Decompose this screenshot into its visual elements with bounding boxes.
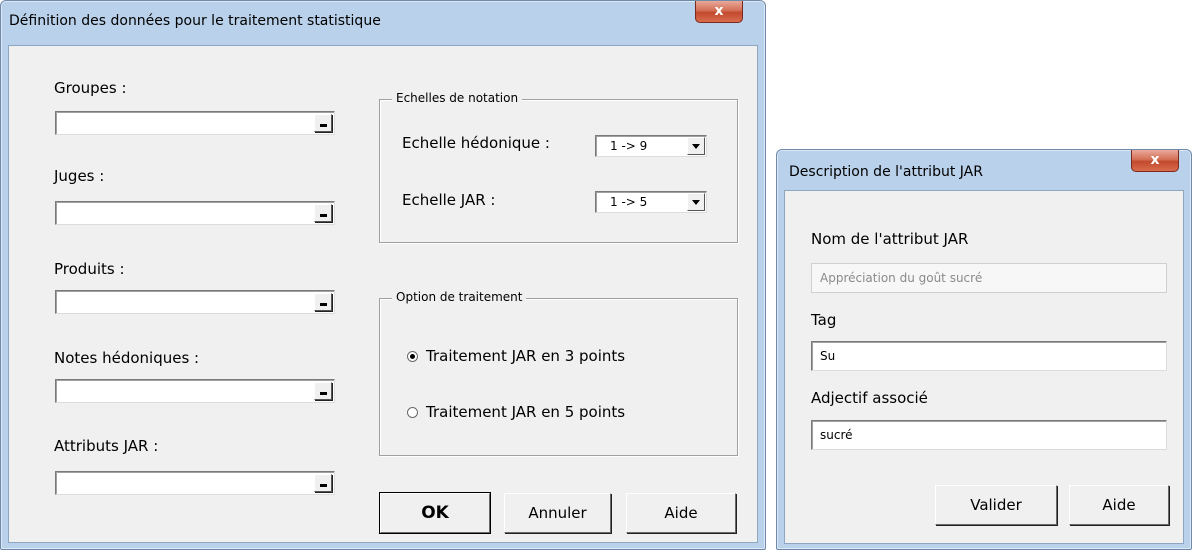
groupes-ref-input[interactable] [55,111,335,135]
collapse-icon [320,484,327,487]
treatment-option-groupbox: Option de traitement Traitement JAR en 3… [379,290,738,456]
adjective-value: sucré [820,428,853,442]
notes-hedoniques-range-select-button[interactable] [314,382,332,400]
juges-range-select-button[interactable] [314,204,332,222]
jar-scale-select[interactable]: 1 -> 5 [595,191,707,213]
collapse-icon [320,214,327,217]
scales-groupbox: Echelles de notation Echelle hédonique :… [379,91,738,243]
collapse-icon [320,303,327,306]
dialog-client-area: Groupes : Juges : Produits : Notes hédon… [8,45,758,543]
jar-5-points-label: Traitement JAR en 5 points [426,403,626,421]
produits-range-select-button[interactable] [314,293,332,311]
jar-5-points-radio[interactable]: Traitement JAR en 5 points [407,403,625,421]
radio-unselected-icon [407,406,418,418]
help-button[interactable]: Aide [1069,485,1169,525]
dialog-client-area: Nom de l'attribut JAR Appréciation du go… [784,190,1184,544]
jar-scale-label: Echelle JAR : [402,191,496,209]
close-button[interactable]: x [1131,150,1179,172]
attribute-name-field[interactable]: Appréciation du goût sucré [811,263,1167,293]
jar-attribute-dialog: Description de l'attribut JAR x Nom de l… [776,149,1192,550]
close-button[interactable]: x [695,1,743,23]
dropdown-arrow-icon[interactable] [687,193,705,211]
juges-ref-input[interactable] [55,201,335,225]
close-icon: x [1150,152,1160,168]
dialog-title-bar: Définition des données pour le traitemen… [1,1,765,41]
juges-label: Juges : [54,167,105,185]
dialog-title: Définition des données pour le traitemen… [9,13,381,29]
hedonic-scale-value: 1 -> 9 [610,139,648,153]
jar-3-points-label: Traitement JAR en 3 points [426,347,626,365]
hedonic-scale-label: Echelle hédonique : [402,134,550,152]
hedonic-scale-select[interactable]: 1 -> 9 [595,135,707,157]
groupes-range-select-button[interactable] [314,114,332,132]
dialog-title-bar: Description de l'attribut JAR [777,150,1191,194]
attribute-name-placeholder: Appréciation du goût sucré [820,271,983,285]
attributs-jar-ref-input[interactable] [55,471,335,495]
notes-hedoniques-label: Notes hédoniques : [54,349,200,367]
collapse-icon [320,124,327,127]
collapse-icon [320,392,327,395]
tag-label: Tag [811,311,837,329]
jar-3-points-radio[interactable]: Traitement JAR en 3 points [407,347,625,365]
attributs-jar-label: Attributs JAR : [54,437,159,455]
scales-group-title: Echelles de notation [392,91,523,105]
dialog-title: Description de l'attribut JAR [789,164,983,180]
produits-label: Produits : [54,260,125,278]
attribute-name-label: Nom de l'attribut JAR [811,230,969,248]
produits-ref-input[interactable] [55,290,335,314]
tag-value: Su [820,349,836,363]
cancel-button[interactable]: Annuler [504,493,611,533]
adjective-label: Adjectif associé [811,389,928,407]
tag-input[interactable]: Su [811,341,1167,371]
ok-button[interactable]: OK [379,492,491,534]
dropdown-arrow-icon[interactable] [687,137,705,155]
close-icon: x [714,3,724,19]
validate-button[interactable]: Valider [935,485,1057,525]
radio-selected-icon [407,350,418,362]
treatment-option-title: Option de traitement [392,290,527,304]
notes-hedoniques-ref-input[interactable] [55,379,335,403]
definition-dialog: Définition des données pour le traitemen… [0,0,766,550]
help-button[interactable]: Aide [626,493,736,533]
groupes-label: Groupes : [54,79,127,97]
attributs-jar-range-select-button[interactable] [314,474,332,492]
jar-scale-value: 1 -> 5 [610,195,648,209]
adjective-input[interactable]: sucré [811,420,1167,450]
